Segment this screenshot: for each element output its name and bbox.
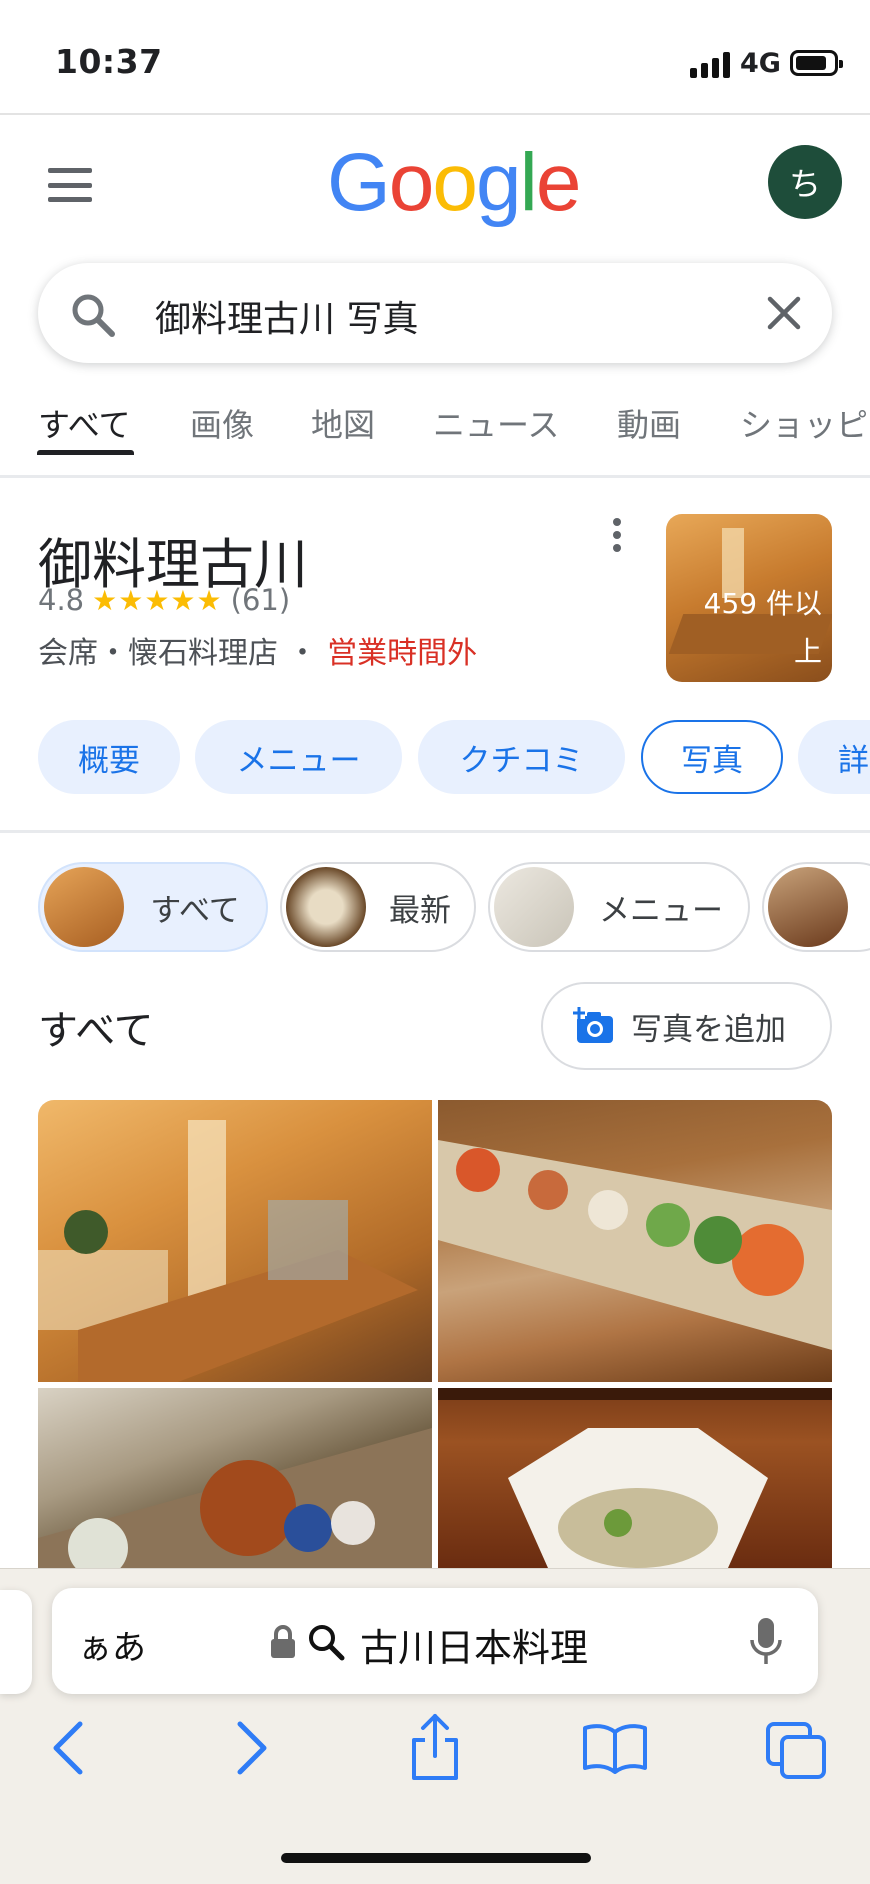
rating-row[interactable]: 4.8 ★★★★★ (61)	[38, 583, 290, 617]
add-photo-icon	[573, 1007, 613, 1043]
filter-more[interactable]	[762, 862, 870, 952]
filter-label: すべて	[150, 892, 240, 929]
microphone-icon[interactable]	[748, 1616, 784, 1668]
filter-label: 最新	[389, 892, 451, 929]
category-row: 会席・懐石料理店 ・ 営業時間外	[38, 628, 477, 672]
divider	[0, 830, 870, 833]
chip-details[interactable]: 詳	[798, 720, 870, 794]
search-icon	[309, 1625, 345, 1661]
photo-seasonal-dish-art	[38, 1428, 432, 1568]
photo-count: 459 件以上	[703, 587, 822, 668]
search-input[interactable]: 御料理古川 写真	[155, 290, 418, 342]
google-logo[interactable]: Google	[327, 142, 581, 224]
search-icon	[72, 294, 115, 337]
network-label: 4G	[740, 48, 781, 79]
reader-settings-button[interactable]: ぁあ	[78, 1620, 146, 1669]
photo-bowl-dish[interactable]	[438, 1388, 832, 1568]
logo-letter: o	[432, 137, 478, 228]
tab-shopping[interactable]: ショッピ	[740, 400, 868, 446]
photo-appetizer-platter-art	[438, 1140, 832, 1350]
divider	[0, 475, 870, 478]
section-title: すべて	[38, 1008, 154, 1054]
add-photo-label: 写真を追加	[631, 1011, 786, 1048]
place-photo-thumbnail[interactable]: 459 件以上	[666, 514, 832, 682]
logo-letter: G	[327, 137, 391, 228]
chip-overview[interactable]: 概要	[38, 720, 180, 794]
photo-dining-room-art	[38, 1120, 418, 1382]
home-indicator	[281, 1853, 591, 1863]
filter-menu[interactable]: メニュー	[488, 862, 750, 952]
review-count: (61)	[230, 583, 291, 617]
filter-latest[interactable]: 最新	[280, 862, 476, 952]
previous-tab-preview[interactable]	[0, 1590, 32, 1694]
logo-letter: o	[388, 137, 435, 228]
tab-videos[interactable]: 動画	[617, 400, 681, 446]
avatar[interactable]: ち	[768, 145, 842, 219]
chip-reviews[interactable]: クチコミ	[418, 720, 625, 794]
lock-icon	[271, 1625, 295, 1658]
photo-appetizer-platter[interactable]	[438, 1100, 832, 1382]
chip-menu[interactable]: メニュー	[195, 720, 402, 794]
forward-icon[interactable]	[234, 1718, 270, 1778]
battery-icon	[790, 50, 843, 76]
back-icon[interactable]	[50, 1718, 86, 1778]
tab-all[interactable]: すべて	[38, 400, 130, 446]
bookmarks-icon[interactable]	[582, 1722, 648, 1774]
filter-all[interactable]: すべて	[38, 862, 268, 952]
signal-icon	[690, 52, 730, 78]
tab-news[interactable]: ニュース	[433, 400, 559, 446]
tabs-icon[interactable]	[766, 1722, 828, 1780]
filter-label: メニュー	[599, 892, 723, 929]
tab-images[interactable]: 画像	[190, 400, 254, 446]
status-time: 10:37	[55, 42, 163, 81]
tab-active-indicator	[37, 450, 134, 455]
filter-thumbnail	[494, 867, 574, 947]
add-photo-button[interactable]: 写真を追加	[541, 982, 832, 1070]
address-text[interactable]: 古川日本料理	[360, 1617, 588, 1672]
logo-letter: e	[535, 137, 582, 228]
photo-seasonal-dish[interactable]	[38, 1388, 432, 1568]
close-icon[interactable]	[764, 293, 804, 333]
chip-photos[interactable]: 写真	[641, 720, 783, 794]
photo-dining-room[interactable]	[38, 1100, 432, 1382]
filter-thumbnail	[768, 867, 848, 947]
category-separator: ・	[287, 636, 318, 671]
menu-icon[interactable]	[48, 168, 92, 202]
star-rating-icon: ★★★★★	[92, 583, 223, 617]
place-category: 会席・懐石料理店	[38, 636, 278, 671]
tab-maps[interactable]: 地図	[311, 400, 375, 446]
rating-value: 4.8	[38, 583, 85, 617]
logo-letter: l	[519, 137, 538, 228]
filter-thumbnail	[44, 867, 124, 947]
more-options-icon[interactable]	[612, 518, 622, 552]
filter-thumbnail	[286, 867, 366, 947]
open-status: 営業時間外	[327, 636, 478, 671]
share-icon[interactable]	[408, 1712, 462, 1784]
logo-letter: g	[476, 137, 522, 228]
photo-bowl-dish-art	[438, 1388, 832, 1568]
